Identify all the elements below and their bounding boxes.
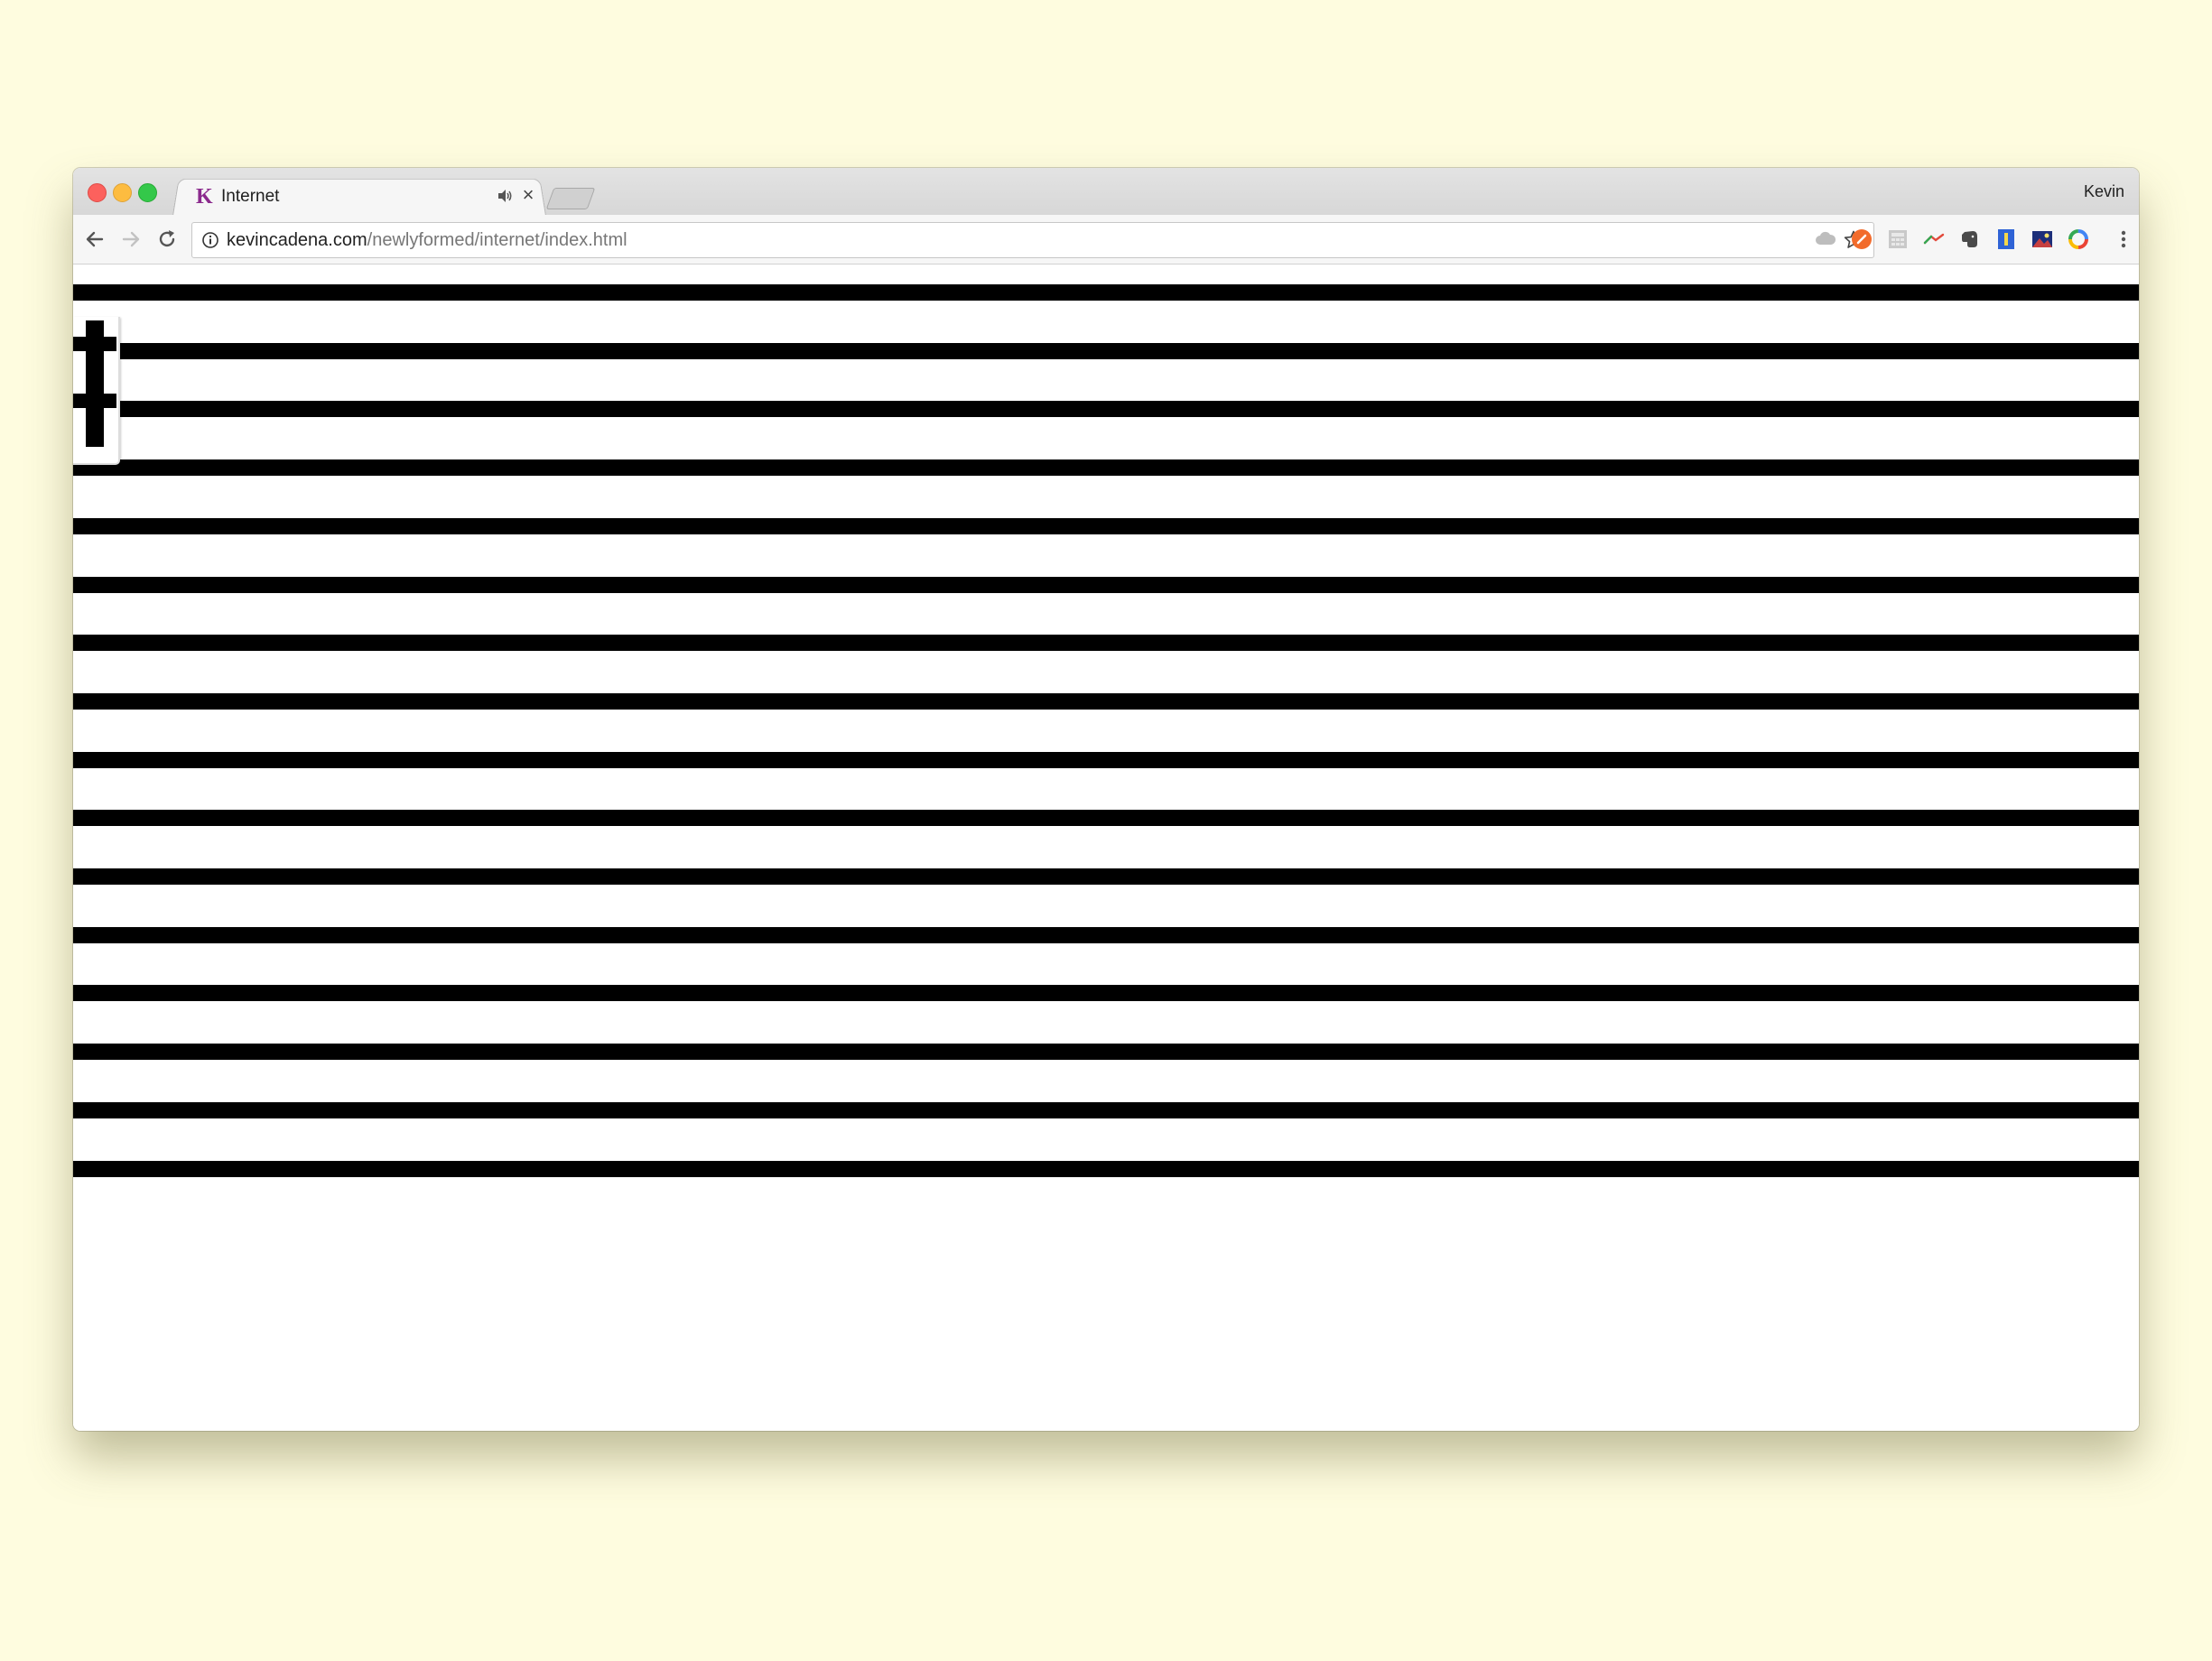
page-stripe: [73, 693, 2139, 710]
page-stripe: [73, 752, 2139, 768]
browser-window: K Internet × Kevin kevincadena.com/newly…: [73, 168, 2139, 1431]
window-close-button[interactable]: [88, 183, 107, 202]
page-stripe: [73, 518, 2139, 534]
title-bar: K Internet × Kevin: [73, 168, 2139, 216]
reload-icon[interactable]: [154, 227, 180, 252]
tab-internet[interactable]: K Internet ×: [189, 177, 534, 215]
url-text: kevincadena.com/newlyformed/internet/ind…: [227, 230, 627, 250]
url-domain: kevincadena.com: [227, 230, 367, 250]
page-stripe: [73, 577, 2139, 593]
url-path: /newlyformed/internet/index.html: [367, 230, 627, 250]
cursor-crossbar-top: [73, 337, 116, 351]
page-stripe: [73, 284, 2139, 301]
page-stripe: [73, 985, 2139, 1001]
address-bar[interactable]: kevincadena.com/newlyformed/internet/ind…: [191, 222, 1874, 258]
blue-bookmark-extension-icon[interactable]: [1994, 227, 2018, 251]
tab-close-icon[interactable]: ×: [518, 185, 538, 205]
page-stripe: [73, 927, 2139, 943]
page-stripe: [73, 1102, 2139, 1118]
back-arrow-icon[interactable]: [82, 227, 107, 252]
page-stripe: [73, 1044, 2139, 1060]
colorful-circle-extension-icon[interactable]: [2067, 227, 2090, 251]
browser-toolbar: kevincadena.com/newlyformed/internet/ind…: [73, 215, 2139, 264]
page-stripe: [73, 635, 2139, 651]
tab-favicon: K: [196, 185, 213, 209]
page-stripe: [73, 401, 2139, 417]
page-stripe: [73, 868, 2139, 885]
forward-arrow-icon[interactable]: [118, 227, 144, 252]
cloud-extension-icon[interactable]: [1814, 227, 1837, 251]
profile-name[interactable]: Kevin: [2084, 182, 2124, 201]
night-image-extension-icon[interactable]: [2031, 227, 2054, 251]
page-stripe: [73, 1161, 2139, 1177]
page-viewport: [73, 264, 2139, 1431]
chart-extension-icon[interactable]: [1922, 227, 1946, 251]
page-stripe: [73, 343, 2139, 359]
calculator-extension-icon[interactable]: [1886, 227, 1910, 251]
tab-title: Internet: [221, 187, 280, 206]
speaker-icon[interactable]: [496, 187, 514, 205]
page-stripe: [73, 810, 2139, 826]
new-tab-button[interactable]: [545, 188, 596, 209]
window-minimize-button[interactable]: [113, 183, 132, 202]
kebab-menu-icon[interactable]: [2112, 227, 2135, 251]
evernote-elephant-icon[interactable]: [1958, 227, 1982, 251]
window-maximize-button[interactable]: [138, 183, 157, 202]
cursor-crossbar-bottom: [73, 394, 116, 408]
page-stripe: [73, 459, 2139, 476]
site-info-icon[interactable]: [201, 231, 219, 249]
orange-circle-extension-icon[interactable]: [1850, 227, 1873, 251]
